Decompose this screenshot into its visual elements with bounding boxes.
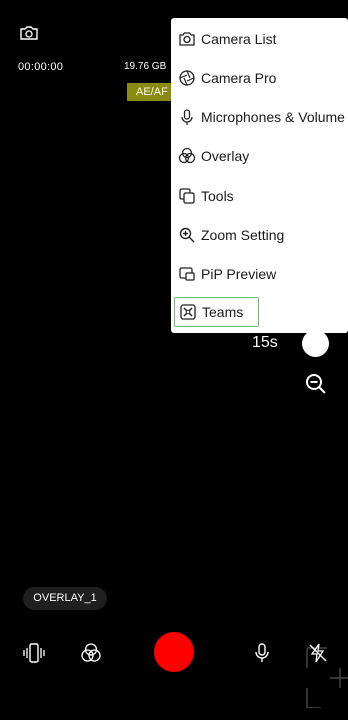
menu-item-label: PiP Preview bbox=[201, 266, 277, 282]
teams-icon bbox=[180, 304, 196, 320]
duration-label[interactable]: 15s bbox=[252, 334, 278, 352]
menu-item-zoom-setting[interactable]: Zoom Setting bbox=[171, 220, 348, 250]
overlay-icon[interactable] bbox=[80, 642, 102, 664]
recording-timer: 00:00:00 bbox=[18, 61, 64, 73]
aperture-icon bbox=[179, 70, 195, 86]
tools-icon bbox=[179, 188, 195, 204]
record-button[interactable] bbox=[154, 632, 194, 672]
menu-item-label: Tools bbox=[201, 188, 234, 204]
vibrate-icon[interactable] bbox=[22, 642, 46, 664]
options-menu: Camera List Camera Pro Microphones & Vol… bbox=[171, 18, 348, 333]
pip-icon bbox=[179, 267, 195, 281]
menu-item-label: Microphones & Volume bbox=[201, 109, 345, 125]
microphone-icon[interactable] bbox=[252, 642, 272, 664]
zoom-out-icon[interactable] bbox=[304, 372, 328, 396]
menu-item-teams[interactable]: Teams bbox=[174, 297, 259, 327]
menu-item-label: Teams bbox=[202, 304, 244, 320]
microphone-icon bbox=[181, 109, 193, 125]
flash-off-icon[interactable] bbox=[308, 643, 328, 663]
zoom-in-icon bbox=[179, 227, 195, 243]
menu-item-microphones-volume[interactable]: Microphones & Volume bbox=[171, 102, 348, 132]
menu-item-label: Camera List bbox=[201, 31, 277, 47]
camera-icon bbox=[179, 32, 195, 46]
menu-item-overlay[interactable]: Overlay bbox=[171, 141, 348, 171]
ae-af-lock-badge[interactable]: AE/AF bbox=[127, 83, 177, 101]
menu-item-camera-list[interactable]: Camera List bbox=[171, 24, 348, 54]
overlay-chip[interactable]: OVERLAY_1 bbox=[23, 587, 107, 610]
camera-switch-icon[interactable] bbox=[18, 24, 40, 42]
menu-item-pip-preview[interactable]: PiP Preview bbox=[171, 259, 348, 289]
menu-item-tools[interactable]: Tools bbox=[171, 181, 348, 211]
storage-remaining: 19.76 GB bbox=[124, 61, 167, 72]
menu-item-label: Overlay bbox=[201, 148, 250, 164]
capture-mode-toggle[interactable] bbox=[302, 330, 329, 357]
menu-item-label: Camera Pro bbox=[201, 70, 277, 86]
menu-item-camera-pro[interactable]: Camera Pro bbox=[171, 63, 348, 93]
menu-item-label: Zoom Setting bbox=[201, 227, 285, 243]
overlay-icon bbox=[178, 147, 196, 164]
